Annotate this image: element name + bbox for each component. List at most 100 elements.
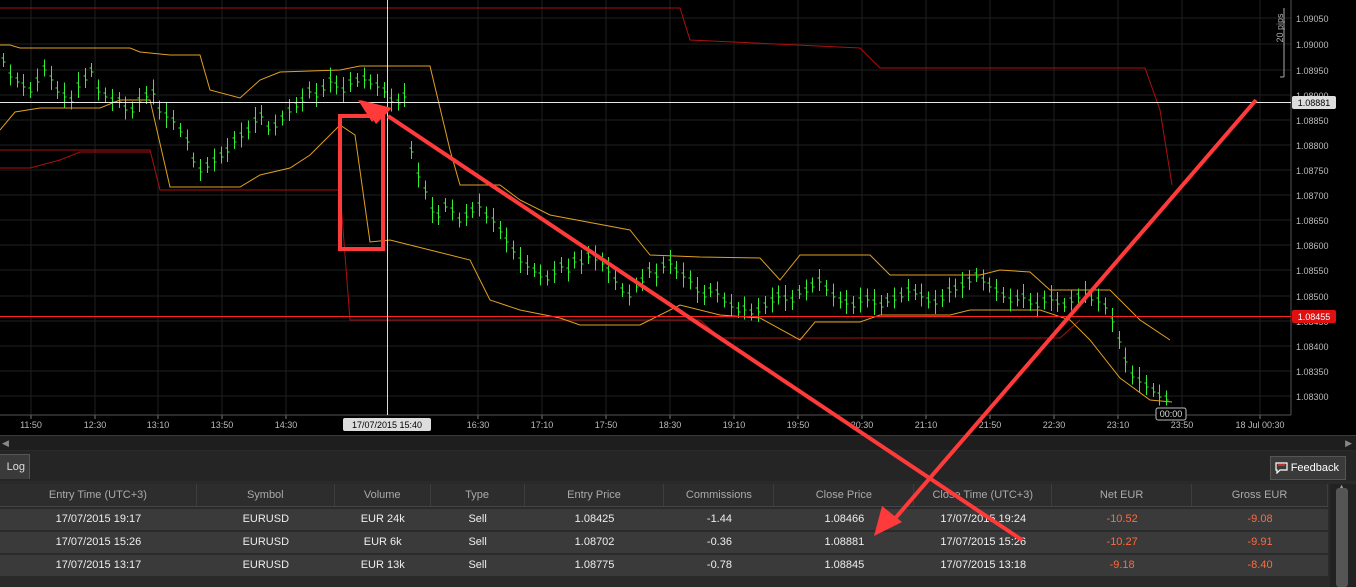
time-tick-label: 20:30 [851,420,874,430]
time-tick-label: 21:50 [979,420,1002,430]
col-close-price-header[interactable]: Close Price [774,484,915,506]
scrollbar-thumb[interactable] [1336,488,1348,587]
col-type-header[interactable]: Type [431,484,525,506]
price-tick-label: 1.08350 [1296,367,1329,377]
time-tick-label: 19:10 [723,420,746,430]
time-tick-label: 22:30 [1043,420,1066,430]
col-entry-price-cell: 1.08775 [574,559,615,571]
time-tick-label: 11:50 [20,420,42,430]
col-gross-eur-cell: -9.91 [1247,536,1273,548]
time-tick-label: 23:10 [1107,420,1130,430]
col-entry-price-cell: 1.08425 [574,513,615,525]
tab-log[interactable]: Log [0,454,30,479]
table-vertical-scrollbar[interactable]: ▲ [1330,482,1356,587]
price-tick-label: 1.09000 [1296,40,1329,50]
table-row[interactable]: 17/07/2015 19:17 EURUSD EUR 24k Sell 1.08425… [0,509,1328,530]
time-tick-label: 17:10 [531,420,554,430]
col-entry-time-header[interactable]: Entry Time (UTC+3) [0,484,197,506]
cursor-time-label: 00:00 [1160,409,1183,419]
feedback-button[interactable]: Feedback [1269,456,1346,480]
col-volume-header[interactable]: Volume [335,484,431,506]
price-tick-label: 1.08400 [1296,342,1329,352]
table-row[interactable]: 17/07/2015 13:17 EURUSD EUR 13k Sell 1.08775… [0,555,1328,576]
col-gross-eur-cell: -8.40 [1247,559,1273,571]
col-volume-cell: EUR 6k [363,536,402,548]
current-price-label: 1.08455 [1298,312,1331,322]
price-tick-label: 1.08500 [1296,292,1329,302]
time-tick-label: 21:10 [915,420,938,430]
table-body: 17/07/2015 19:17 EURUSD EUR 24k Sell 1.08425… [0,509,1328,576]
crosshair-time-label: 17/07/2015 15:40 [352,420,422,430]
col-close-time-cell: 17/07/2015 13:18 [940,559,1027,571]
lower-outer-band-left [0,151,150,169]
time-tick-label: 13:50 [211,420,234,430]
col-net-eur-header[interactable]: Net EUR [1052,484,1193,506]
col-volume-cell: EUR 13k [360,559,405,571]
price-tick-label: 1.08550 [1296,266,1329,276]
lower-outer-band [0,149,1081,339]
price-tick-label: 1.08300 [1296,392,1329,402]
time-tick-label: 14:30 [275,420,298,430]
crosshair-price-label: 1.08881 [1298,98,1331,108]
price-tick-label: 1.08800 [1296,141,1329,151]
chart-canvas[interactable]: 1.090501.090001.089501.089001.088501.088… [0,0,1356,435]
time-tick-label: 17:50 [595,420,618,430]
price-tick-label: 1.08950 [1296,66,1329,76]
col-net-eur-cell: -9.18 [1109,559,1135,571]
feedback-label: Feedback [1290,462,1339,474]
col-close-time-cell: 17/07/2015 15:26 [940,536,1027,548]
col-type-cell: Sell [468,536,487,548]
col-close-price-cell: 1.08845 [824,559,865,571]
col-entry-price-cell: 1.08702 [574,536,615,548]
pips-scale-label: 20 pips [1275,13,1285,43]
col-commissions-header[interactable]: Commissions [664,484,775,506]
chart-horizontal-scrollbar[interactable]: ◀ ▶ [0,435,1356,450]
upper-outer-band [0,7,1173,186]
time-tick-label: 16:30 [467,420,490,430]
col-gross-eur-header[interactable]: Gross EUR [1192,484,1328,506]
col-gross-eur-cell: -9.08 [1247,513,1273,525]
time-tick-label: 23:50 [1171,420,1194,430]
col-entry-price-header[interactable]: Entry Price [525,484,665,506]
price-tick-label: 1.09050 [1296,14,1329,24]
positions-panel: ◀ ▶ Log Feedback Entry Time (UTC+3) Symbo… [0,435,1356,587]
scroll-left-icon[interactable]: ◀ [2,438,9,449]
col-close-time-cell: 17/07/2015 19:24 [940,513,1027,525]
time-tick-label: 18 Jul 00:30 [1235,420,1284,430]
table-row[interactable]: 17/07/2015 15:26 EURUSD EUR 6k Sell 1.08702 -… [0,532,1328,553]
history-table: Entry Time (UTC+3) Symbol Volume Type Entry … [0,484,1328,576]
col-commissions-cell: -0.36 [706,536,732,548]
col-commissions-cell: -0.78 [706,559,732,571]
col-symbol-header[interactable]: Symbol [197,484,335,506]
col-symbol-cell: EURUSD [242,559,290,571]
col-symbol-cell: EURUSD [242,513,290,525]
col-close-price-cell: 1.08881 [824,536,865,548]
col-close-price-cell: 1.08466 [824,513,865,525]
scroll-right-icon[interactable]: ▶ [1345,438,1352,449]
time-tick-label: 12:30 [84,420,107,430]
time-tick-label: 19:50 [787,420,810,430]
col-entry-time-cell: 17/07/2015 19:17 [55,513,142,525]
price-chart[interactable]: 1.090501.090001.089501.089001.088501.088… [0,0,1356,435]
price-tick-label: 1.08850 [1296,116,1329,126]
col-entry-time-cell: 17/07/2015 15:26 [55,536,142,548]
col-close-time-header[interactable]: Close Time (UTC+3) [914,484,1053,506]
time-tick-label: 18:30 [659,420,682,430]
col-commissions-cell: -1.44 [706,513,732,525]
price-tick-label: 1.08650 [1296,216,1329,226]
panel-tabstrip: Log Feedback [0,451,1356,481]
tab-log-label: Log [6,461,25,473]
price-tick-label: 1.08600 [1296,241,1329,251]
time-tick-label: 13:10 [147,420,170,430]
col-volume-cell: EUR 24k [360,513,405,525]
col-net-eur-cell: -10.52 [1106,513,1138,525]
col-net-eur-cell: -10.27 [1106,536,1138,548]
speech-bubble-icon [1275,462,1288,474]
price-tick-label: 1.08700 [1296,191,1329,201]
col-entry-time-cell: 17/07/2015 13:17 [55,559,142,571]
col-symbol-cell: EURUSD [242,536,290,548]
price-tick-label: 1.08750 [1296,166,1329,176]
table-header: Entry Time (UTC+3) Symbol Volume Type Entry … [0,484,1328,507]
col-type-cell: Sell [468,559,487,571]
col-type-cell: Sell [468,513,487,525]
